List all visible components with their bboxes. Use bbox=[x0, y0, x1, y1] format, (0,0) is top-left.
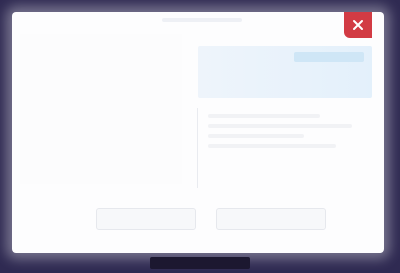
dialog-window bbox=[12, 12, 384, 253]
close-icon bbox=[352, 19, 364, 31]
text-line bbox=[208, 114, 320, 118]
window-title-placeholder bbox=[162, 18, 242, 22]
secondary-button[interactable] bbox=[96, 208, 196, 230]
details-text-block bbox=[208, 108, 368, 154]
text-line bbox=[208, 124, 352, 128]
action-buttons bbox=[96, 208, 326, 230]
header-highlight bbox=[294, 52, 364, 62]
text-line bbox=[208, 144, 336, 148]
taskbar-strip bbox=[150, 257, 250, 269]
vertical-divider bbox=[197, 108, 198, 188]
text-line bbox=[208, 134, 304, 138]
close-button[interactable] bbox=[344, 12, 372, 38]
info-header-panel bbox=[198, 46, 372, 98]
primary-button[interactable] bbox=[216, 208, 326, 230]
content-left-panel bbox=[20, 34, 182, 184]
